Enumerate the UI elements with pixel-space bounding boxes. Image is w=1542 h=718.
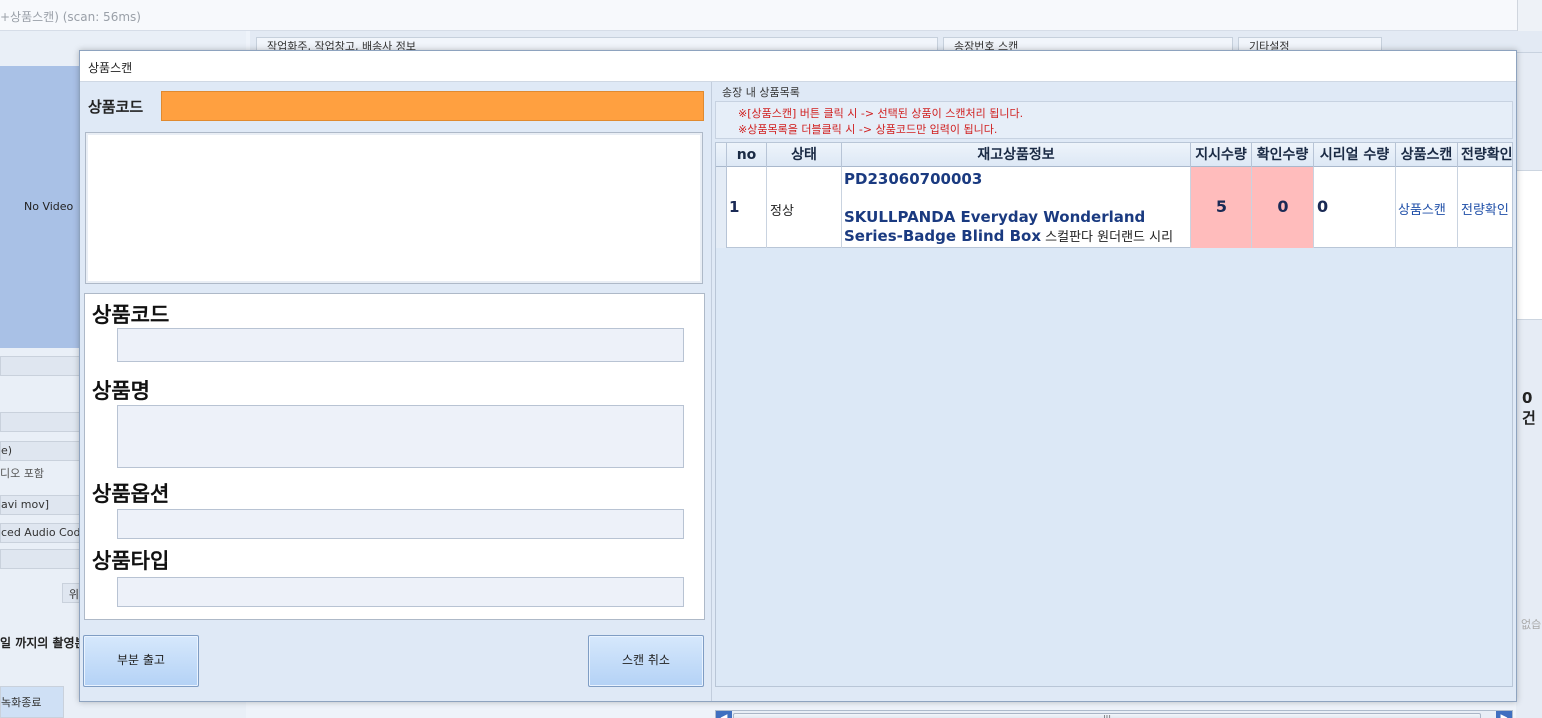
cell-ordered-qty: 5 — [1191, 167, 1252, 248]
app-titlebar: +상품스캔) (scan: 56ms) — [0, 0, 1542, 31]
col-no[interactable]: no — [727, 143, 767, 167]
notice-box: ※[상품스캔] 버튼 클릭 시 -> 선택된 상품이 스캔처리 됩니다. ※상품… — [715, 101, 1513, 139]
dialog-titlebar[interactable]: 상품스캔 — [80, 51, 1516, 82]
info-type-field — [117, 577, 684, 607]
row-product-code: PD23060700003 — [844, 170, 983, 188]
col-ordered-qty[interactable]: 지시수량 — [1191, 143, 1252, 167]
dialog-title: 상품스캔 — [88, 61, 133, 75]
app-titlebar-right — [1517, 0, 1542, 31]
left-small-button[interactable]: 위 — [62, 583, 80, 603]
scroll-right-icon[interactable]: ▶ — [1496, 711, 1512, 718]
grid-header: no 상태 재고상품정보 지시수량 확인수량 시리얼 수량 상품스캔 전량확인 — [716, 143, 1512, 167]
grid-corner — [716, 143, 727, 167]
notice-double-click: ※상품목록을 더블클릭 시 -> 상품코드만 입력이 됩니다. — [738, 123, 998, 136]
info-name-field — [117, 405, 684, 468]
info-code-label: 상품코드 — [92, 303, 170, 327]
cell-serial-qty: 0 — [1314, 167, 1396, 248]
info-option-field — [117, 509, 684, 539]
row-product-name: SKULLPANDA Everyday Wonderland Series-Ba… — [844, 208, 1189, 247]
left-row-3[interactable]: e) — [0, 441, 80, 461]
record-end-label: 녹화종료 — [1, 696, 42, 709]
row-no: 1 — [729, 198, 740, 216]
row-serial-qty: 0 — [1317, 197, 1329, 216]
product-info-box: 상품코드 상품명 상품옵션 상품타입 — [84, 293, 705, 620]
col-product-scan[interactable]: 상품스캔 — [1396, 143, 1458, 167]
scan-input-pane: 상품코드 상품코드 상품명 상품옵션 상품타입 부분 출고 스캔 취소 — [80, 82, 709, 701]
scroll-grip-icon: ||| — [1103, 714, 1111, 718]
row-ordered-qty: 5 — [1215, 197, 1228, 216]
cell-product-scan: 상품스캔 — [1396, 167, 1458, 248]
cell-status: 정상 — [767, 167, 842, 248]
right-count: 0 건 — [1522, 389, 1536, 427]
info-name-label: 상품명 — [92, 379, 150, 403]
horizontal-scrollbar[interactable]: ◀ ||| ▶ — [715, 710, 1513, 718]
right-white-box — [1516, 170, 1542, 320]
scroll-thumb[interactable]: ||| — [733, 713, 1481, 718]
info-code-field — [117, 328, 684, 362]
product-code-label: 상품코드 — [88, 98, 144, 116]
scan-cancel-button[interactable]: 스캔 취소 — [588, 635, 704, 687]
record-until-label: 일 까지의 촬영본 — [0, 636, 86, 650]
col-all-confirm[interactable]: 전량확인 — [1458, 143, 1512, 167]
partial-release-button[interactable]: 부분 출고 — [83, 635, 199, 687]
row-product-name-kor: 스컬판다 원더랜드 시리 — [1041, 230, 1174, 245]
right-small-text: 없습 — [1521, 618, 1542, 631]
info-type-label: 상품타입 — [92, 549, 170, 573]
no-video-label: No Video — [24, 200, 74, 213]
product-scan-link[interactable]: 상품스캔 — [1398, 199, 1446, 218]
row-indicator — [716, 167, 727, 248]
table-row[interactable]: 1 정상 PD23060700003 SKULLPANDA Everyday W… — [716, 167, 1512, 248]
col-status[interactable]: 상태 — [767, 143, 842, 167]
cell-no: 1 — [727, 167, 767, 248]
col-confirmed-qty[interactable]: 확인수량 — [1252, 143, 1314, 167]
format-select-label: avi mov] — [1, 498, 50, 511]
row-status: 정상 — [770, 204, 794, 219]
record-end-button[interactable]: 녹화종료 — [0, 686, 64, 718]
codec-select-label: ced Audio Coding — [1, 526, 80, 539]
invoice-product-list-pane: 송장 내 상품목록 ※[상품스캔] 버튼 클릭 시 -> 선택된 상품이 스캔처… — [711, 82, 1514, 718]
app-title: +상품스캔) (scan: 56ms) — [0, 10, 141, 24]
left-row-1 — [0, 356, 80, 376]
video-preview: No Video — [0, 66, 90, 348]
scan-log-area[interactable] — [85, 132, 703, 284]
left-row-4 — [0, 549, 80, 569]
product-code-input[interactable] — [161, 91, 704, 121]
cell-product-info: PD23060700003 SKULLPANDA Everyday Wonder… — [842, 167, 1191, 248]
notice-scan-button: ※[상품스캔] 버튼 클릭 시 -> 선택된 상품이 스캔처리 됩니다. — [738, 107, 1024, 120]
cell-confirmed-qty: 0 — [1252, 167, 1314, 248]
col-serial-qty[interactable]: 시리얼 수량 — [1314, 143, 1396, 167]
info-option-label: 상품옵션 — [92, 482, 170, 506]
col-product-info[interactable]: 재고상품정보 — [842, 143, 1191, 167]
product-list-header: 송장 내 상품목록 — [722, 86, 800, 99]
audio-include-label: 디오 포함 — [0, 467, 44, 480]
row-confirmed-qty: 0 — [1277, 197, 1289, 216]
format-select[interactable]: avi mov] — [0, 495, 80, 515]
left-small-button-label: 위 — [68, 588, 79, 601]
product-grid: no 상태 재고상품정보 지시수량 확인수량 시리얼 수량 상품스캔 전량확인 … — [715, 142, 1513, 687]
cell-all-confirm: 전량확인 — [1458, 167, 1512, 248]
product-scan-dialog: 상품스캔 상품코드 상품코드 상품명 상품옵션 상품타입 부분 출고 스캔 취소… — [79, 50, 1517, 718]
scroll-left-icon[interactable]: ◀ — [716, 711, 732, 718]
left-row-2 — [0, 412, 80, 432]
left-row-3-label: e) — [1, 444, 13, 457]
codec-select[interactable]: ced Audio Coding — [0, 523, 80, 543]
all-confirm-link[interactable]: 전량확인 — [1461, 199, 1509, 218]
